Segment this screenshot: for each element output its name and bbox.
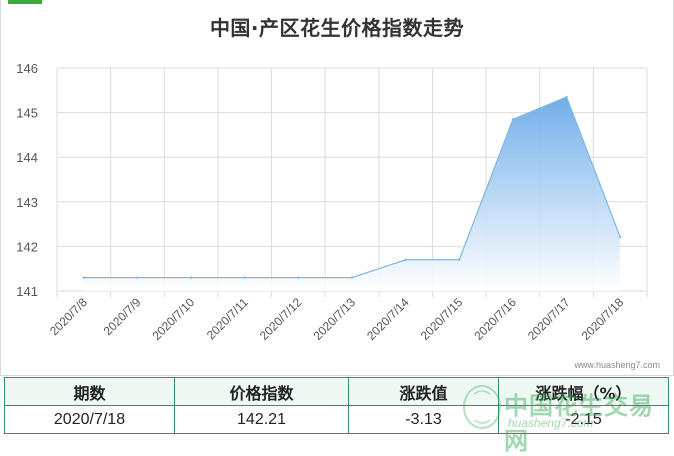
y-tick-label: 142: [16, 239, 38, 254]
x-tick-label: 2020/7/13: [310, 295, 358, 343]
summary-header-row: 期数 价格指数 涨跌值 涨跌幅（%）: [4, 377, 669, 406]
x-tick-label: 2020/7/15: [418, 295, 466, 343]
header-change-percent: 涨跌幅（%）: [498, 377, 669, 406]
x-tick-label: 2020/7/10: [150, 295, 198, 343]
header-period: 期数: [4, 377, 175, 406]
data-point: [189, 276, 193, 279]
y-tick-label: 144: [16, 150, 38, 165]
y-tick-label: 141: [16, 284, 38, 299]
x-tick-label: 2020/7/9: [101, 295, 144, 338]
data-point: [350, 276, 354, 279]
data-point: [404, 258, 407, 261]
data-point: [458, 258, 461, 261]
cell-change-percent: -2.15: [498, 405, 669, 434]
cell-period: 2020/7/18: [4, 405, 175, 434]
x-tick-label: 2020/7/17: [525, 295, 573, 343]
data-point: [297, 276, 300, 279]
data-point: [565, 95, 568, 99]
header-change-value: 涨跌值: [348, 377, 499, 406]
data-point: [136, 276, 139, 279]
cell-change-value: -3.13: [348, 405, 499, 434]
summary-table: 期数 价格指数 涨跌值 涨跌幅（%） 2020/7/18 142.21 -3.1…: [4, 377, 669, 434]
x-tick-label: 2020/7/8: [47, 295, 90, 338]
data-point: [618, 235, 622, 239]
x-tick-label: 2020/7/18: [579, 295, 627, 343]
summary-table-wrap: 期数 价格指数 涨跌值 涨跌幅（%） 2020/7/18 142.21 -3.1…: [4, 377, 669, 434]
x-tick-label: 2020/7/12: [257, 295, 305, 343]
price-index-chart: 1411421431441451462020/7/8 2020/7/9 2020/7…: [16, 61, 648, 343]
data-point: [511, 118, 515, 121]
x-tick-label: 2020/7/11: [204, 295, 251, 342]
header-price-index: 价格指数: [174, 377, 349, 406]
y-tick-label: 145: [16, 106, 38, 121]
source-watermark: www.huasheng7.com: [574, 360, 660, 370]
data-point: [243, 276, 246, 279]
y-tick-label: 146: [16, 61, 38, 76]
cell-price-index: 142.21: [174, 405, 349, 434]
data-point: [82, 276, 86, 279]
summary-data-row: 2020/7/18 142.21 -3.13 -2.15: [4, 405, 669, 434]
x-tick-label: 2020/7/14: [364, 295, 412, 343]
y-tick-label: 143: [16, 195, 38, 210]
x-tick-label: 2020/7/16: [471, 295, 519, 343]
